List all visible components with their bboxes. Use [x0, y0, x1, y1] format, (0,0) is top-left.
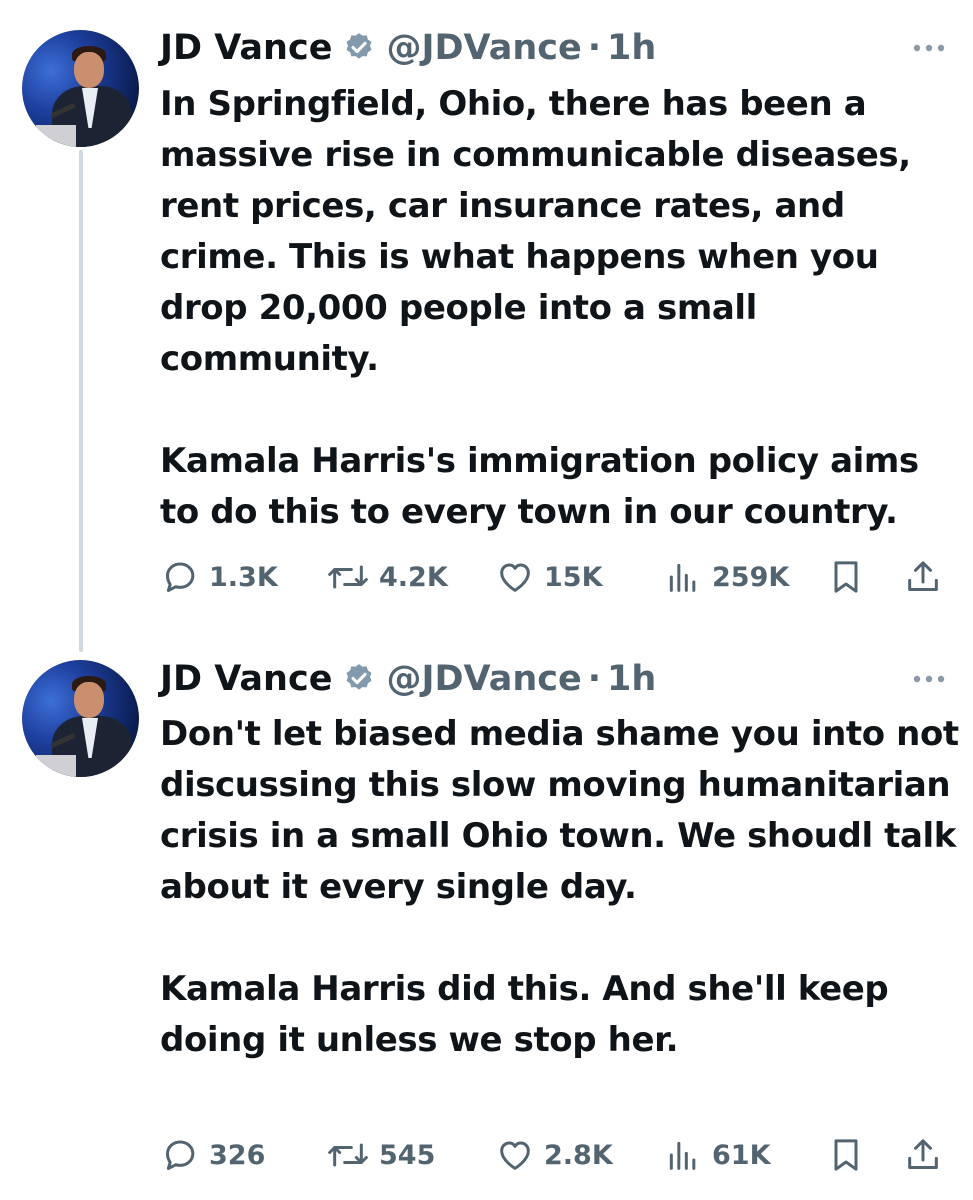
- repost-count: 545: [379, 1139, 436, 1171]
- like-icon: [500, 1141, 530, 1170]
- bookmark-icon: [834, 1139, 858, 1171]
- avatar[interactable]: [22, 660, 139, 777]
- tweet-paragraph: In Springfield, Ohio, there has been a m…: [160, 84, 911, 379]
- repost-count: 4.2K: [379, 561, 448, 593]
- repost-button[interactable]: 545: [326, 1135, 435, 1175]
- author-handle[interactable]: @JDVance: [386, 28, 581, 68]
- like-count: 15K: [544, 561, 603, 593]
- views-icon: [669, 563, 696, 592]
- views-button[interactable]: 61K: [663, 1135, 771, 1175]
- author-name[interactable]: JD Vance: [160, 28, 332, 68]
- reply-icon: [166, 1140, 195, 1170]
- repost-icon: [328, 565, 368, 589]
- reply-button[interactable]: 1.3K: [160, 557, 278, 597]
- views-button[interactable]: 259K: [663, 557, 789, 597]
- action-bar: 1.3K 4.2K 15K 259K: [160, 557, 950, 597]
- verified-badge-icon[interactable]: [342, 31, 376, 65]
- timestamp[interactable]: 1h: [607, 28, 656, 68]
- avatar[interactable]: [22, 30, 139, 147]
- separator-dot: ·: [587, 659, 602, 699]
- tweet-text: In Springfield, Ohio, there has been a m…: [160, 79, 960, 538]
- share-icon: [908, 1139, 938, 1169]
- thread-connector-line: [79, 150, 83, 652]
- like-count: 2.8K: [544, 1139, 613, 1171]
- tweet-paragraph: Kamala Harris's immigration policy aims …: [160, 441, 919, 532]
- tweet-paragraph: Kamala Harris did this. And she'll keep …: [160, 969, 889, 1060]
- like-button[interactable]: 2.8K: [495, 1135, 613, 1175]
- author-name[interactable]: JD Vance: [160, 659, 332, 699]
- tweet-header: JD Vance @JDVance · 1h: [160, 28, 656, 68]
- bookmark-icon: [834, 561, 858, 593]
- repost-button[interactable]: 4.2K: [326, 557, 448, 597]
- bookmark-button[interactable]: [826, 1135, 866, 1175]
- more-icon[interactable]: [912, 43, 946, 53]
- views-count: 61K: [712, 1139, 771, 1171]
- reply-count: 1.3K: [209, 561, 278, 593]
- share-button[interactable]: [903, 1135, 943, 1175]
- reply-button[interactable]: 326: [160, 1135, 265, 1175]
- repost-icon: [328, 1143, 368, 1167]
- more-icon[interactable]: [912, 674, 946, 684]
- bookmark-button[interactable]: [826, 557, 866, 597]
- tweet-header: JD Vance @JDVance · 1h: [160, 659, 656, 699]
- separator-dot: ·: [587, 28, 602, 68]
- reply-icon: [166, 562, 195, 592]
- verified-badge-icon[interactable]: [342, 662, 376, 696]
- views-count: 259K: [712, 561, 790, 593]
- like-icon: [500, 563, 530, 592]
- action-bar: 326 545 2.8K 61K: [160, 1135, 950, 1175]
- reply-count: 326: [209, 1139, 266, 1171]
- like-button[interactable]: 15K: [495, 557, 603, 597]
- share-icon: [908, 561, 938, 591]
- tweet-text: Don't let biased media shame you into no…: [160, 709, 960, 1066]
- views-icon: [669, 1141, 696, 1170]
- author-handle[interactable]: @JDVance: [386, 659, 581, 699]
- tweet-paragraph: Don't let biased media shame you into no…: [160, 714, 959, 907]
- timestamp[interactable]: 1h: [607, 659, 656, 699]
- share-button[interactable]: [903, 557, 943, 597]
